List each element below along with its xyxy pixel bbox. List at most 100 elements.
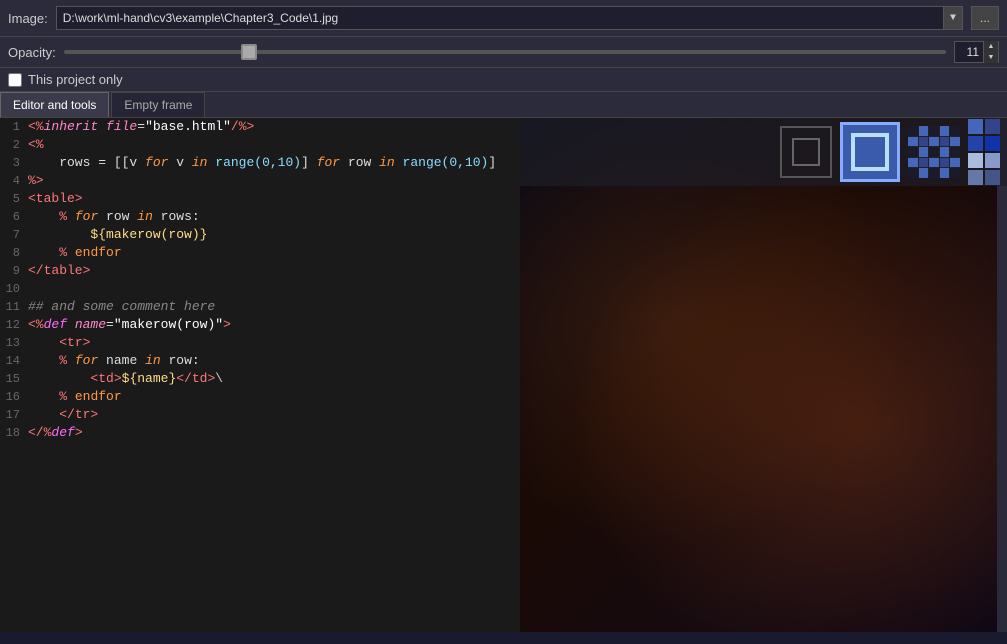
grid-cell <box>940 147 950 157</box>
grid-cell <box>919 137 929 147</box>
table-row: 14 % for name in row: <box>0 352 520 370</box>
table-row: 13 <tr> <box>0 334 520 352</box>
line-content: % for name in row: <box>28 352 200 370</box>
grid-cell <box>919 158 929 168</box>
line-number: 12 <box>0 316 28 334</box>
line-content: % for row in rows: <box>28 208 200 226</box>
line-number: 2 <box>0 136 28 154</box>
main-content: 1<%inherit file="base.html"/%>2<%3 rows … <box>0 118 1007 632</box>
color-swatch[interactable] <box>968 153 983 168</box>
grid-cell <box>929 126 939 136</box>
preview-empty-box[interactable] <box>780 126 832 178</box>
line-number: 15 <box>0 370 28 388</box>
color-swatch[interactable] <box>985 153 1000 168</box>
line-content: ## and some comment here <box>28 298 215 316</box>
table-row: 2<% <box>0 136 520 154</box>
table-row: 9</table> <box>0 262 520 280</box>
color-swatch[interactable] <box>968 119 983 134</box>
image-path-dropdown[interactable]: ▼ <box>943 6 963 30</box>
table-row: 6 % for row in rows: <box>0 208 520 226</box>
table-row: 4%> <box>0 172 520 190</box>
line-number: 18 <box>0 424 28 442</box>
line-content: </table> <box>28 262 90 280</box>
line-content: <td>${name}</td>\ <box>28 370 223 388</box>
code-lines: 1<%inherit file="base.html"/%>2<%3 rows … <box>0 118 520 442</box>
table-row: 1<%inherit file="base.html"/%> <box>0 118 520 136</box>
line-content: <%def name="makerow(row)"> <box>28 316 231 334</box>
grid-cell <box>950 147 960 157</box>
line-number: 17 <box>0 406 28 424</box>
grid-cell <box>908 158 918 168</box>
table-row: 10 <box>0 280 520 298</box>
grid-cell <box>908 147 918 157</box>
table-row: 18</%def> <box>0 424 520 442</box>
table-row: 5<table> <box>0 190 520 208</box>
opacity-label: Opacity: <box>8 45 56 60</box>
color-swatch[interactable] <box>968 136 983 151</box>
grid-cell <box>919 147 929 157</box>
preview-grid-box[interactable] <box>908 126 960 178</box>
slider-track <box>64 50 946 54</box>
line-content: <tr> <box>28 334 90 352</box>
tab-empty-frame[interactable]: Empty frame <box>111 92 205 117</box>
color-swatch[interactable] <box>985 119 1000 134</box>
grid-cell <box>908 137 918 147</box>
line-number: 7 <box>0 226 28 244</box>
preview-active-inner <box>851 133 889 171</box>
table-row: 11## and some comment here <box>0 298 520 316</box>
color-swatch[interactable] <box>985 136 1000 151</box>
opacity-slider[interactable] <box>64 44 946 60</box>
line-number: 3 <box>0 154 28 172</box>
line-number: 11 <box>0 298 28 316</box>
opacity-spin-down[interactable]: ▼ <box>984 52 998 63</box>
opacity-bar: Opacity: 11 ▲ ▼ <box>0 37 1007 68</box>
slider-thumb[interactable] <box>241 44 257 60</box>
project-only-checkbox[interactable] <box>8 73 22 87</box>
grid-cell <box>908 126 918 136</box>
right-panel <box>520 118 1007 632</box>
line-number: 4 <box>0 172 28 190</box>
line-content: <table> <box>28 190 83 208</box>
grid-cell <box>950 126 960 136</box>
vertical-scrollbar[interactable] <box>997 118 1007 632</box>
grid-cell <box>940 158 950 168</box>
line-content: <% <box>28 136 44 154</box>
line-number: 14 <box>0 352 28 370</box>
line-content: </%def> <box>28 424 83 442</box>
opacity-value: 11 <box>955 45 983 59</box>
grid-cell <box>940 137 950 147</box>
line-number: 8 <box>0 244 28 262</box>
table-row: 15 <td>${name}</td>\ <box>0 370 520 388</box>
grid-cell <box>919 168 929 178</box>
line-number: 13 <box>0 334 28 352</box>
table-row: 7 ${makerow(row)} <box>0 226 520 244</box>
grid-cell <box>929 168 939 178</box>
opacity-spin-up[interactable]: ▲ <box>984 41 998 52</box>
image-path-bar: Image: ▼ ... <box>0 0 1007 37</box>
code-editor[interactable]: 1<%inherit file="base.html"/%>2<%3 rows … <box>0 118 520 632</box>
line-number: 10 <box>0 280 28 298</box>
color-swatch[interactable] <box>985 170 1000 185</box>
grid-cell <box>950 168 960 178</box>
checkbox-row: This project only <box>0 68 1007 92</box>
preview-empty-inner <box>792 138 820 166</box>
table-row: 3 rows = [[v for v in range(0,10)] for r… <box>0 154 520 172</box>
grid-cell <box>950 158 960 168</box>
grid-cell <box>940 126 950 136</box>
line-content: </tr> <box>28 406 98 424</box>
opacity-spinners: ▲ ▼ <box>983 41 998 63</box>
grid-cell <box>940 168 950 178</box>
preview-active-box[interactable] <box>840 122 900 182</box>
project-only-label: This project only <box>28 72 123 87</box>
grid-cell <box>919 126 929 136</box>
line-content: rows = [[v for v in range(0,10)] for row… <box>28 154 496 172</box>
image-path-input[interactable] <box>56 6 943 30</box>
tab-editor-tools[interactable]: Editor and tools <box>0 92 109 117</box>
image-label: Image: <box>8 11 48 26</box>
line-content: % endfor <box>28 388 122 406</box>
color-swatch[interactable] <box>968 170 983 185</box>
more-button[interactable]: ... <box>971 6 999 30</box>
opacity-value-container: 11 ▲ ▼ <box>954 41 999 63</box>
image-path-container: ▼ <box>56 6 963 30</box>
line-number: 16 <box>0 388 28 406</box>
